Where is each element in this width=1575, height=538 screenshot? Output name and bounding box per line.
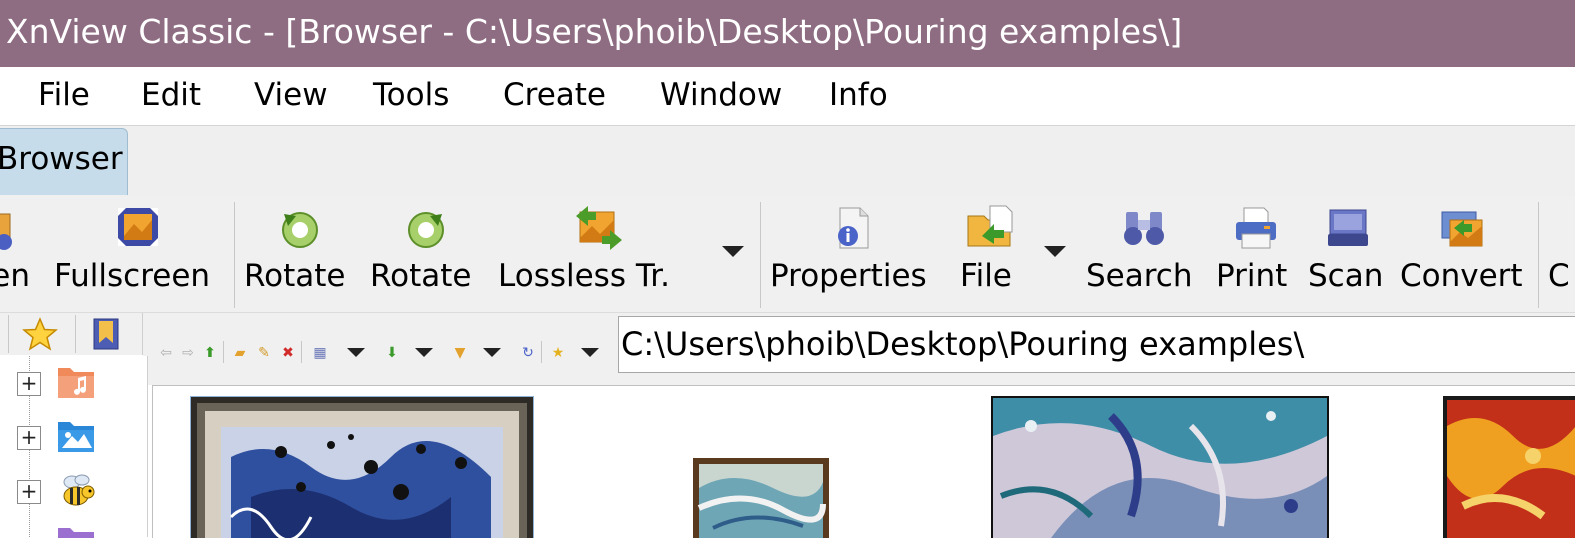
file-operations-icon — [967, 205, 1013, 247]
tree-header-separator — [75, 315, 76, 353]
menu-info[interactable]: Info — [829, 77, 888, 113]
scanner-icon — [1328, 209, 1368, 246]
rotate-left-icon — [282, 212, 318, 248]
sort-icon[interactable]: ⬇ — [383, 344, 401, 362]
tree-header-separator — [8, 315, 9, 353]
filter-dropdown-arrow[interactable] — [483, 348, 501, 357]
menu-window[interactable]: Window — [660, 77, 782, 113]
path-input[interactable]: C:\Users\phoib\Desktop\Pouring examples\ — [618, 316, 1575, 373]
tab-strip: Browser — [0, 126, 1575, 196]
printer-icon — [1236, 207, 1276, 249]
rotate-left-label: Rotate — [244, 258, 346, 294]
rating-dropdown-arrow[interactable] — [581, 348, 599, 357]
fullscreen-label: Fullscreen — [54, 258, 211, 294]
favorites-star-icon[interactable] — [22, 317, 58, 351]
window-title: XnView Classic - [Browser - C:\Users\pho… — [6, 12, 1183, 51]
toolbar-separator — [760, 202, 761, 308]
sort-dropdown-arrow[interactable] — [415, 348, 433, 357]
file-label: File — [960, 258, 1012, 294]
open-label: Open — [0, 258, 30, 294]
convert-button[interactable]: Convert — [1400, 196, 1532, 312]
music-folder-icon[interactable] — [58, 364, 94, 400]
properties-button[interactable]: Properties — [770, 196, 946, 312]
thumbnail-image-3[interactable] — [991, 396, 1329, 538]
tree-panel-header — [0, 313, 143, 355]
title-bar: XnView Classic - [Browser - C:\Users\pho… — [0, 0, 1575, 67]
print-button[interactable]: Print — [1216, 196, 1298, 312]
fullscreen-button[interactable]: Fullscreen — [54, 196, 226, 312]
nav-separator — [541, 341, 542, 363]
properties-icon — [838, 207, 869, 249]
open-button[interactable]: Open — [0, 196, 30, 312]
properties-label: Properties — [770, 258, 927, 294]
lossless-dropdown-arrow[interactable] — [722, 246, 744, 257]
toolbar-separator — [234, 202, 235, 308]
binoculars-icon — [1124, 212, 1164, 245]
menu-create[interactable]: Create — [503, 77, 606, 113]
convert-label: Convert — [1400, 258, 1523, 294]
print-label: Print — [1216, 258, 1288, 294]
convert-icon — [1441, 211, 1483, 247]
nav-separator — [301, 341, 302, 363]
thumbnail-image-4[interactable] — [1443, 396, 1575, 538]
search-button[interactable]: Search — [1086, 196, 1206, 312]
rotate-left-button[interactable]: Rotate — [244, 196, 358, 312]
lossless-transform-icon — [576, 206, 622, 250]
file-button[interactable]: File — [960, 196, 1024, 312]
thumbnail-image-2[interactable] — [693, 458, 829, 538]
thumbnail-selected-frame[interactable] — [190, 396, 534, 538]
up-folder-icon[interactable]: ⬆ — [201, 344, 219, 362]
menu-view[interactable]: View — [254, 77, 328, 113]
file-dropdown-arrow[interactable] — [1044, 246, 1066, 257]
menu-edit[interactable]: Edit — [141, 77, 201, 113]
open-icon — [0, 213, 12, 250]
tree-expander[interactable]: + — [17, 426, 41, 450]
delete-icon[interactable]: ✖ — [279, 344, 297, 362]
view-mode-icon[interactable]: ▦ — [311, 344, 329, 362]
rename-icon[interactable]: ✎ — [255, 344, 273, 362]
thumbnail-grid — [152, 385, 1575, 538]
fullscreen-icon — [118, 208, 158, 246]
rotate-right-icon — [408, 212, 444, 248]
toolbar-separator — [1538, 202, 1539, 308]
cut-off-button[interactable]: C — [1548, 196, 1575, 312]
menu-bar: File Edit View Tools Create Window Info — [0, 67, 1575, 126]
forward-arrow-icon[interactable]: ⇨ — [179, 344, 197, 362]
tree-expander[interactable]: + — [17, 480, 41, 504]
pictures-folder-icon[interactable] — [58, 418, 94, 454]
scan-button[interactable]: Scan — [1308, 196, 1390, 312]
purple-folder-icon[interactable] — [58, 524, 94, 538]
bookmark-icon[interactable] — [92, 317, 120, 351]
folder-tree: + + + — [0, 356, 148, 538]
tree-expander[interactable]: + — [17, 372, 41, 396]
back-arrow-icon[interactable]: ⇦ — [157, 344, 175, 362]
tab-browser[interactable]: Browser — [0, 128, 128, 195]
rotate-right-button[interactable]: Rotate — [370, 196, 484, 312]
bee-icon[interactable] — [58, 470, 98, 510]
nav-separator — [223, 341, 224, 363]
filter-icon[interactable]: ▼ — [451, 344, 469, 362]
cut-off-label: C — [1548, 258, 1570, 294]
lossless-transform-button[interactable]: Lossless Tr. — [498, 196, 704, 312]
new-folder-icon[interactable]: ▰ — [231, 344, 249, 362]
lossless-transform-label: Lossless Tr. — [498, 258, 670, 294]
menu-file[interactable]: File — [38, 77, 90, 113]
menu-tools[interactable]: Tools — [373, 77, 449, 113]
refresh-icon[interactable]: ↻ — [519, 344, 537, 362]
rating-star-icon[interactable]: ★ — [549, 344, 567, 362]
scan-label: Scan — [1308, 258, 1384, 294]
view-mode-dropdown-arrow[interactable] — [347, 348, 365, 357]
rotate-right-label: Rotate — [370, 258, 472, 294]
main-toolbar: Open Fullscreen Rotate Rotate — [0, 196, 1575, 313]
search-label: Search — [1086, 258, 1193, 294]
tab-browser-label: Browser — [0, 141, 123, 177]
thumbnail-image-1 — [191, 397, 533, 538]
